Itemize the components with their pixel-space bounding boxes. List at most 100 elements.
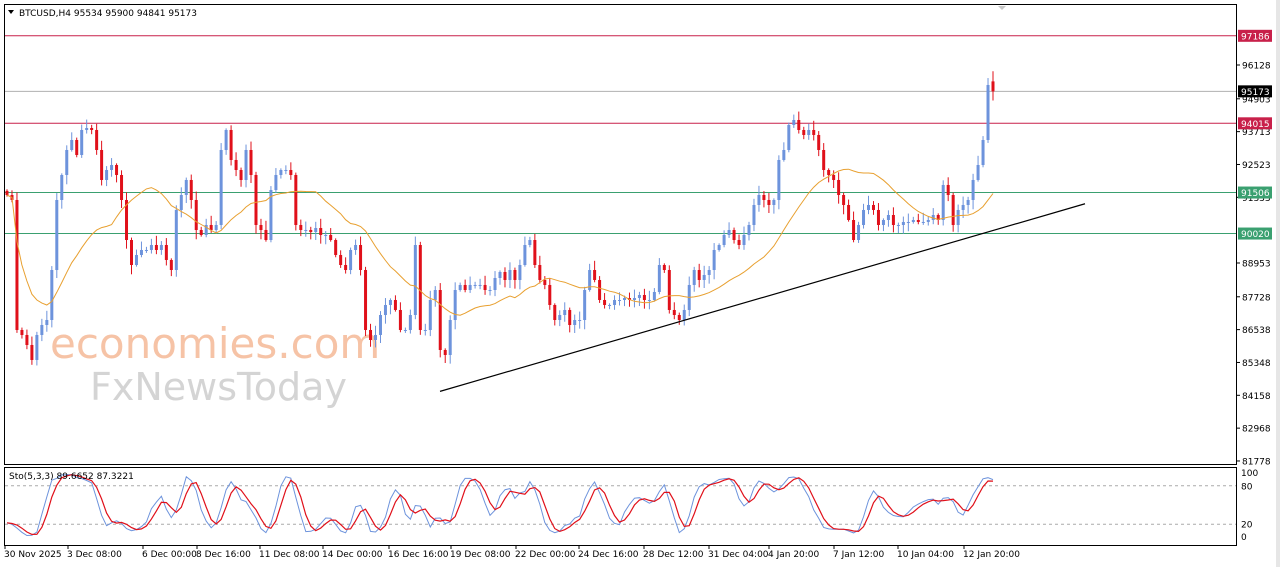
candle-body xyxy=(847,204,851,220)
candle-body xyxy=(906,221,910,223)
candle-body xyxy=(717,244,721,250)
candle-body xyxy=(543,279,547,285)
level-tag-text: 94015 xyxy=(1241,120,1270,130)
candle-body xyxy=(867,204,871,210)
level-tag-text: 90020 xyxy=(1241,230,1270,240)
candle-body xyxy=(697,269,701,280)
level-tag-text: 91506 xyxy=(1241,189,1270,199)
candle-body xyxy=(642,294,646,300)
candle-body xyxy=(837,179,841,195)
candle-body xyxy=(408,315,412,330)
price-tick-label: 88953 xyxy=(1242,259,1271,269)
candle-body xyxy=(682,309,686,320)
candle-body xyxy=(503,271,507,280)
current-price-text: 95173 xyxy=(1241,88,1270,98)
trading-chart[interactable]: BTCUSD,H4 95534 95900 94841 95173 econom… xyxy=(0,0,1280,567)
price-tick-label: 86538 xyxy=(1242,326,1271,336)
candle-body xyxy=(30,344,34,360)
candle-body xyxy=(324,234,328,236)
candle-body xyxy=(911,219,915,222)
time-tick-label: 28 Dec 12:00 xyxy=(643,550,704,560)
candle-body xyxy=(274,174,278,190)
time-tick-label: 16 Dec 16:00 xyxy=(388,550,449,560)
candle-body xyxy=(428,299,432,330)
candle-body xyxy=(752,204,756,225)
candle-body xyxy=(388,299,392,305)
candle-body xyxy=(383,304,387,315)
candle-body xyxy=(941,184,945,220)
candle-body xyxy=(986,84,990,140)
candle-body xyxy=(65,149,69,175)
candle-body xyxy=(463,284,467,290)
candle-body xyxy=(329,234,333,240)
candle-body xyxy=(578,319,582,321)
candle-body xyxy=(60,174,64,200)
candle-body xyxy=(229,129,233,160)
candle-body xyxy=(712,249,716,270)
time-tick-label: 22 Dec 00:00 xyxy=(515,550,576,560)
candle-body xyxy=(448,319,452,355)
candle-body xyxy=(926,219,930,222)
candle-body xyxy=(652,291,656,300)
candle-body xyxy=(822,149,826,170)
candle-body xyxy=(876,209,880,225)
candle-body xyxy=(508,269,512,280)
candle-body xyxy=(807,129,811,135)
candle-body xyxy=(393,299,397,310)
candle-body xyxy=(299,224,303,230)
candle-body xyxy=(438,290,442,350)
candle-body xyxy=(951,194,955,225)
candle-body xyxy=(473,284,477,286)
candle-body xyxy=(762,194,766,200)
price-tick-label: 82968 xyxy=(1242,425,1271,435)
candle-body xyxy=(75,140,79,155)
candle-body xyxy=(254,174,258,225)
candle-body xyxy=(772,199,776,205)
candle-body xyxy=(881,219,885,225)
candle-body xyxy=(234,159,238,170)
scrollbar[interactable] xyxy=(1276,0,1280,567)
stoch-level-label: 100 xyxy=(1241,469,1258,479)
candle-body xyxy=(284,169,288,171)
time-tick-label: 31 Dec 04:00 xyxy=(708,550,769,560)
candle-body xyxy=(264,229,268,240)
candle-body xyxy=(956,209,960,225)
candle-body xyxy=(672,309,676,315)
candle-body xyxy=(174,209,178,270)
candle-body xyxy=(294,174,298,225)
candle-body xyxy=(378,315,382,335)
candle-body xyxy=(533,240,537,265)
candle-body xyxy=(896,224,900,226)
time-tick-label: 10 Jan 04:00 xyxy=(897,550,954,560)
candle-body xyxy=(603,299,607,305)
candle-body xyxy=(80,129,84,155)
candle-body xyxy=(423,329,427,331)
candle-body xyxy=(319,227,323,235)
candle-body xyxy=(259,224,263,230)
candle-body xyxy=(85,127,89,130)
candle-body xyxy=(184,179,188,195)
candle-body xyxy=(369,329,373,340)
candle-body xyxy=(862,209,866,225)
price-tick-label: 92523 xyxy=(1242,161,1271,171)
candle-body xyxy=(747,224,751,235)
candle-body xyxy=(857,224,861,240)
candle-body xyxy=(538,265,542,280)
candle-body xyxy=(871,204,875,210)
stoch-level-label: 80 xyxy=(1241,482,1253,492)
candle-body xyxy=(453,290,457,320)
candle-body xyxy=(100,149,104,180)
price-tick-label: 81778 xyxy=(1242,457,1271,467)
candle-body xyxy=(314,227,318,232)
candle-body xyxy=(886,215,890,220)
watermark-fxnewstoday: FxNewsToday xyxy=(90,365,347,409)
candle-body xyxy=(518,265,522,280)
candle-body xyxy=(792,119,796,125)
candle-body xyxy=(976,165,980,180)
candle-body xyxy=(374,334,378,340)
candle-body xyxy=(359,244,363,270)
candle-body xyxy=(70,140,74,150)
candle-body xyxy=(488,290,492,291)
candle-body xyxy=(916,219,920,222)
candle-body xyxy=(309,229,313,232)
